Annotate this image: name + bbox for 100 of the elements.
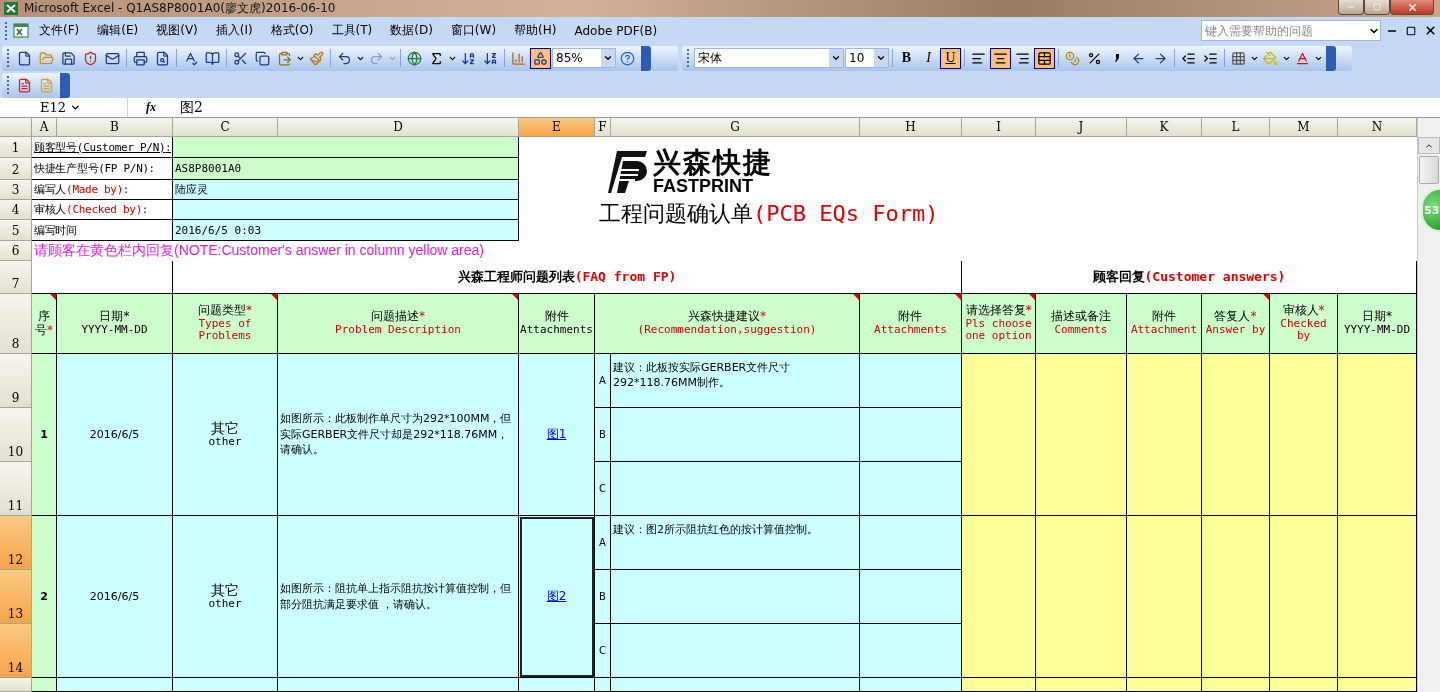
column-header[interactable]: G: [611, 118, 860, 137]
menu-item[interactable]: 工具(T): [323, 20, 381, 41]
menu-item[interactable]: 编辑(E): [89, 20, 147, 41]
minimize-button[interactable]: [1338, 0, 1364, 15]
row-header[interactable]: 3: [0, 180, 32, 200]
help-search-field[interactable]: 键入需要帮助的问题: [1201, 20, 1381, 41]
column-header[interactable]: L: [1202, 118, 1270, 137]
caret-icon[interactable]: [70, 102, 81, 113]
attachment-cell[interactable]: 图1: [519, 354, 595, 516]
toolbar-options-button[interactable]: [1326, 45, 1336, 71]
attachment-link[interactable]: 图1: [546, 426, 567, 443]
column-title: 请选择答复* Pls choose one option: [964, 303, 1033, 344]
toolbar-options-button[interactable]: [641, 45, 651, 71]
section-header: 顾客回复(Customer answers): [962, 261, 1417, 294]
logo-icon: [607, 149, 649, 195]
row-header[interactable]: 14: [0, 624, 32, 678]
row-header[interactable]: 1: [0, 137, 32, 158]
column-header[interactable]: A: [32, 118, 57, 137]
row-header[interactable]: 2: [0, 158, 32, 180]
answer-cell[interactable]: [1270, 354, 1338, 516]
column-header[interactable]: M: [1270, 118, 1338, 137]
font-style-button[interactable]: U: [940, 47, 961, 69]
column-title: 兴森快捷建议* (Recommendation,suggestion): [637, 310, 817, 337]
column-header[interactable]: C: [173, 118, 278, 137]
font-size-dropdown[interactable]: 10: [845, 48, 889, 68]
toolbar-grip[interactable]: [687, 49, 690, 67]
name-box[interactable]: E12: [0, 98, 128, 117]
menu-item[interactable]: 插入(I): [207, 20, 261, 41]
answer-cell[interactable]: [962, 516, 1036, 678]
caret-icon[interactable]: [829, 49, 843, 67]
row-header[interactable]: 7: [0, 261, 32, 294]
attachment-link[interactable]: 图2: [546, 588, 567, 605]
answer-cell[interactable]: [962, 354, 1036, 516]
column-title: 日期* YYYY-MM-DD: [1343, 310, 1411, 337]
column-header[interactable]: I: [962, 118, 1036, 137]
font-style-button[interactable]: B: [896, 47, 917, 69]
column-title: 问题描述* Problem Description: [335, 310, 461, 337]
column-header[interactable]: J: [1036, 118, 1127, 137]
answer-cell[interactable]: [1270, 516, 1338, 678]
close-button[interactable]: [1390, 0, 1434, 15]
align-center-icon[interactable]: [990, 47, 1011, 69]
zoom-dropdown[interactable]: 85%: [552, 48, 616, 68]
shapes-icon[interactable]: [530, 47, 551, 69]
toolbar-grip[interactable]: [7, 76, 10, 94]
row-header[interactable]: 9: [0, 354, 32, 408]
description-cell: 如图所示：阻抗单上指示阻抗按计算值控制，但部分阻抗满足要求值 ，请确认。: [278, 516, 519, 678]
row-header[interactable]: 12: [0, 516, 32, 570]
merge-cells-icon[interactable]: [1034, 47, 1055, 69]
column-header[interactable]: B: [57, 118, 173, 137]
attachment-cell[interactable]: 图2: [519, 516, 595, 678]
column-header[interactable]: F: [595, 118, 611, 137]
font-dropdown[interactable]: 宋体: [694, 48, 844, 68]
scrollbar-thumb[interactable]: [1419, 156, 1439, 184]
vertical-scrollbar[interactable]: [1417, 118, 1440, 692]
caret-icon[interactable]: [601, 49, 615, 67]
menu-item[interactable]: 数据(D): [382, 20, 441, 41]
answer-cell[interactable]: [1338, 354, 1417, 516]
answer-cell[interactable]: [1127, 354, 1202, 516]
toolbar-grip[interactable]: [5, 21, 8, 40]
toolbar-options-button[interactable]: [60, 72, 70, 98]
answer-cell[interactable]: [1036, 516, 1127, 678]
row-header[interactable]: 10: [0, 408, 32, 462]
menu-item[interactable]: 帮助(H): [506, 20, 565, 41]
logo-wordmark: FASTPRINT: [653, 177, 753, 195]
column-header[interactable]: H: [860, 118, 962, 137]
row-header[interactable]: 6: [0, 241, 32, 261]
row-header[interactable]: 8: [0, 294, 32, 354]
menu-item[interactable]: 视图(V): [148, 20, 206, 41]
option-letter: A: [595, 354, 611, 408]
answer-cell[interactable]: [1036, 354, 1127, 516]
answer-cell[interactable]: [1202, 354, 1270, 516]
answer-cell[interactable]: [1127, 516, 1202, 678]
toolbar-grip[interactable]: [7, 49, 10, 67]
caret-icon[interactable]: [874, 49, 888, 67]
menu-item[interactable]: 窗口(W): [442, 20, 505, 41]
maximize-button[interactable]: [1364, 0, 1390, 15]
workbook-icon[interactable]: [13, 23, 29, 38]
option-letter: C: [595, 462, 611, 516]
function-label[interactable]: fx: [128, 100, 172, 115]
column-header[interactable]: K: [1127, 118, 1202, 137]
option-letter: B: [595, 408, 611, 462]
font-style-button[interactable]: I: [918, 47, 939, 69]
menu-item[interactable]: 文件(F): [31, 20, 88, 41]
row-header[interactable]: 5: [0, 220, 32, 241]
option-letter: C: [595, 624, 611, 678]
label-cell: 编写人(Made by):: [32, 180, 173, 200]
column-header[interactable]: N: [1338, 118, 1417, 137]
column-header[interactable]: D: [278, 118, 519, 137]
answer-cell[interactable]: [1202, 516, 1270, 678]
column-header[interactable]: E: [519, 118, 595, 137]
option-letter: A: [595, 516, 611, 570]
row-header[interactable]: 11: [0, 462, 32, 516]
menu-item[interactable]: Adobe PDF(B): [566, 21, 666, 40]
maximize-icon: [1373, 3, 1381, 11]
row-header[interactable]: 4: [0, 200, 32, 220]
menu-item[interactable]: 格式(O): [262, 20, 322, 41]
row-header[interactable]: 13: [0, 570, 32, 624]
option-letter: B: [595, 570, 611, 624]
font-name: 宋体: [698, 49, 722, 67]
answer-cell[interactable]: [1338, 516, 1417, 678]
